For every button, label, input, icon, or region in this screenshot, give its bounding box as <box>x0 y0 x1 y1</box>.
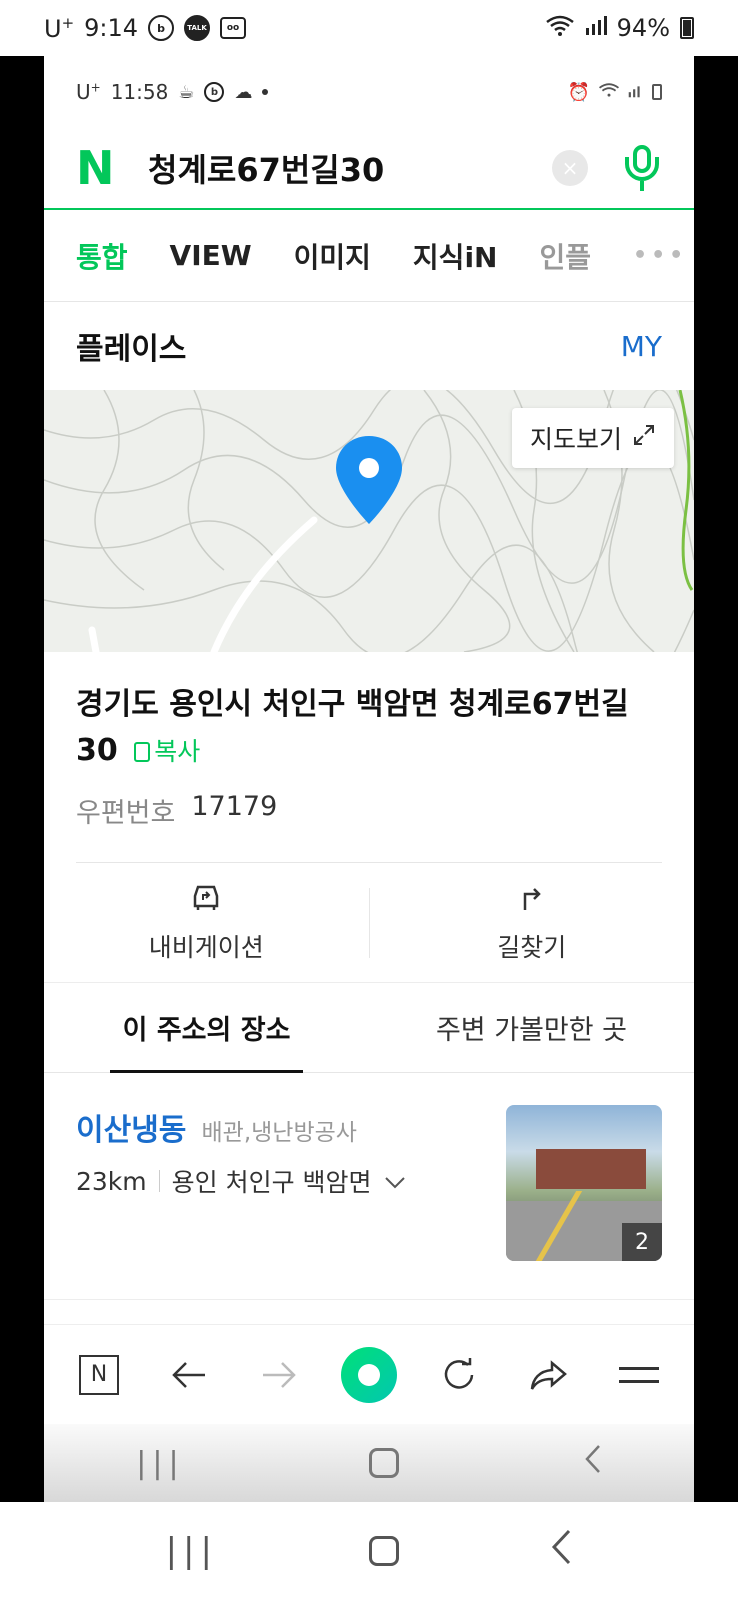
naver-logo-icon[interactable]: N <box>76 145 120 191</box>
address-block: 경기도 용인시 처인구 백암면 청계로67번길 30 복사 우편번호 17179 <box>44 652 694 830</box>
view-map-label: 지도보기 <box>529 425 622 454</box>
inner-battery-icon <box>652 84 662 100</box>
green-dot-button[interactable] <box>339 1345 399 1405</box>
more-tabs-icon[interactable]: ••• <box>633 243 687 268</box>
copy-address-button[interactable]: 복사 <box>134 737 200 766</box>
menu-icon <box>619 1366 659 1383</box>
carrier-label: U+ <box>44 13 75 43</box>
place-distance: 23km <box>76 1166 147 1196</box>
copy-icon <box>134 742 151 762</box>
naver-n-icon: N <box>79 1354 119 1395</box>
search-input[interactable]: 청계로67번길30 <box>148 145 552 191</box>
kakaotalk-icon: TALK <box>184 15 211 41</box>
directions-arrow-icon <box>517 882 547 918</box>
wifi-icon <box>545 14 575 42</box>
naver-home-button[interactable]: N <box>69 1345 129 1405</box>
place-area: 용인 처인구 백암면 <box>171 1168 372 1197</box>
notification-dot-icon <box>262 89 269 95</box>
action-buttons: 내비게이션 길찾기 <box>44 863 694 983</box>
back-button-icon[interactable] <box>550 1529 572 1574</box>
place-result-info: 이산냉동 배관,냉난방공사 23km 용인 처인구 백암면 <box>76 1105 506 1261</box>
inner-home-icon <box>369 1448 400 1478</box>
coffee-icon: ☕ <box>178 81 195 103</box>
inner-signal-icon <box>628 82 644 103</box>
place-name[interactable]: 이산냉동 <box>76 1113 186 1148</box>
search-tabs: 통합 VIEW 이미지 지식iN 인플 ••• <box>44 210 694 302</box>
tab-images[interactable]: 이미지 <box>294 236 371 276</box>
share-button[interactable] <box>519 1345 579 1405</box>
my-link[interactable]: MY <box>621 330 662 363</box>
left-frame <box>0 56 44 1502</box>
outer-status-bar: U+ 9:14 b TALK oo 94% <box>0 0 738 56</box>
address-text: 경기도 용인시 처인구 백암면 청계로67번길 30 복사 <box>76 687 629 768</box>
tab-kin[interactable]: 지식iN <box>413 236 498 276</box>
browser-screenshot: U+ 11:58 ☕ b ☁ ⏰ N 청계로67번길30 × 통합 VIEW 이 <box>44 56 694 1502</box>
signal-icon <box>585 14 607 42</box>
status-time: 9:14 <box>84 14 139 42</box>
postal-label: 우편번호 <box>76 798 176 829</box>
place-meta: 23km 용인 처인구 백암면 <box>76 1163 506 1199</box>
place-section-title: 플레이스 <box>76 332 187 367</box>
browser-toolbar: N <box>44 1324 694 1424</box>
system-nav-bar: ||| <box>0 1502 738 1600</box>
place-result-item[interactable]: 이산냉동 배관,냉난방공사 23km 용인 처인구 백암면 2 <box>44 1073 694 1300</box>
inner-band-icon: b <box>204 82 225 102</box>
refresh-button[interactable] <box>429 1345 489 1405</box>
tab-integrated[interactable]: 통합 <box>76 236 128 276</box>
meta-separator <box>158 1170 160 1192</box>
battery-icon <box>680 17 694 39</box>
menu-button[interactable] <box>609 1345 669 1405</box>
tab-nearby-places[interactable]: 주변 가볼만한 곳 <box>369 983 694 1072</box>
directions-button[interactable]: 길찾기 <box>370 882 695 964</box>
tab-influencer[interactable]: 인플 <box>539 236 591 276</box>
forward-arrow-icon <box>263 1361 296 1388</box>
directions-label: 길찾기 <box>497 932 567 962</box>
car-navigation-icon <box>190 882 222 918</box>
refresh-icon <box>444 1357 474 1389</box>
voice-search-icon[interactable] <box>622 143 662 193</box>
message-app-icon: oo <box>220 17 247 39</box>
band-app-icon: b <box>148 15 175 41</box>
place-header: 플레이스 MY <box>44 302 694 390</box>
inner-wifi-icon <box>598 82 620 103</box>
navigation-button[interactable]: 내비게이션 <box>44 882 369 964</box>
expand-icon <box>632 423 656 453</box>
inner-recents-icon: ||| <box>136 1445 185 1481</box>
postal-code: 17179 <box>191 791 278 822</box>
inner-carrier-label: U+ <box>76 80 101 104</box>
back-arrow-icon <box>172 1361 205 1388</box>
green-dot-icon <box>341 1346 397 1403</box>
cloud-icon: ☁ <box>234 81 253 103</box>
place-category: 배관,냉난방공사 <box>201 1120 357 1146</box>
place-sub-tabs: 이 주소의 장소 주변 가볼만한 곳 <box>44 983 694 1073</box>
chevron-down-icon[interactable] <box>384 1167 406 1196</box>
view-map-button[interactable]: 지도보기 <box>511 408 674 468</box>
inner-back-icon <box>584 1444 602 1482</box>
map-view[interactable]: 지도보기 <box>44 390 694 652</box>
tab-view[interactable]: VIEW <box>170 239 252 272</box>
photo-count-badge: 2 <box>622 1223 662 1261</box>
navigation-label: 내비게이션 <box>148 932 264 962</box>
clear-search-button[interactable]: × <box>552 150 588 186</box>
place-photo[interactable]: 2 <box>506 1105 662 1261</box>
search-bar: N 청계로67번길30 × <box>44 128 694 210</box>
home-button-icon[interactable] <box>369 1536 400 1566</box>
alarm-icon: ⏰ <box>567 81 590 103</box>
postal-code-row: 우편번호 17179 <box>76 791 662 830</box>
inner-status-bar: U+ 11:58 ☕ b ☁ ⏰ <box>44 56 694 128</box>
right-frame <box>694 56 738 1502</box>
inner-status-time: 11:58 <box>110 80 169 104</box>
battery-percent: 94% <box>616 14 670 42</box>
location-pin-icon[interactable] <box>334 434 404 530</box>
photo-building <box>536 1149 646 1189</box>
tab-places-at-address[interactable]: 이 주소의 장소 <box>44 983 369 1073</box>
back-button[interactable] <box>159 1345 219 1405</box>
recents-button-icon[interactable]: ||| <box>166 1531 218 1571</box>
share-icon <box>530 1359 567 1390</box>
forward-button[interactable] <box>249 1345 309 1405</box>
inner-system-nav: ||| <box>44 1424 694 1502</box>
